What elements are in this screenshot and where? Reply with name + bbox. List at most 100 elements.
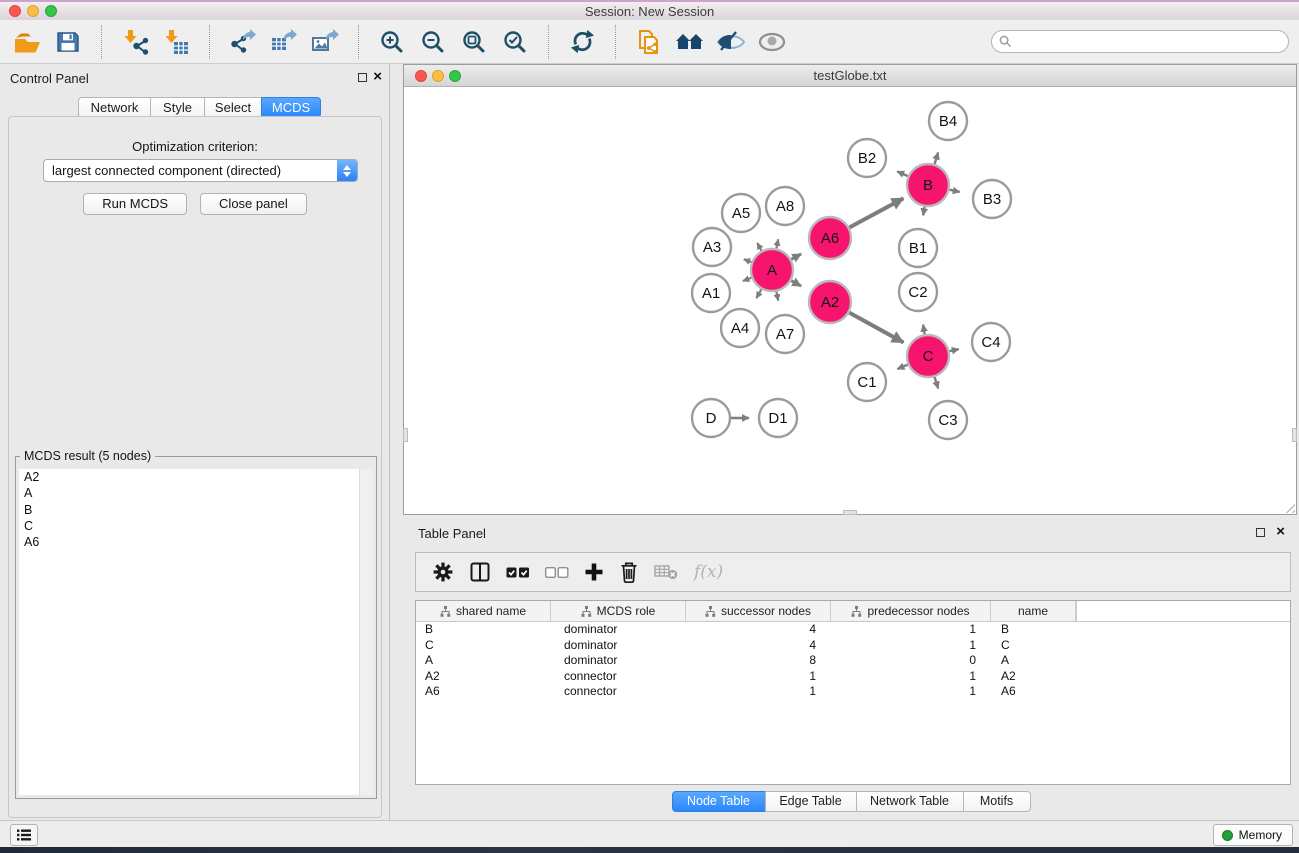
search-input[interactable] <box>991 30 1289 53</box>
tab-edge-table[interactable]: Edge Table <box>765 791 857 812</box>
close-table-panel-icon[interactable]: × <box>1276 523 1285 541</box>
graph-edge-A6-B[interactable] <box>849 198 903 227</box>
import-table-icon[interactable] <box>161 27 191 57</box>
tab-motifs[interactable]: Motifs <box>963 791 1031 812</box>
show-all-icon[interactable] <box>757 27 787 57</box>
column-header-name[interactable]: name <box>991 601 1076 621</box>
graph-edge-A-A5[interactable] <box>757 243 761 251</box>
float-panel-icon[interactable] <box>358 73 367 82</box>
column-visibility-icon[interactable] <box>469 561 491 583</box>
graph-edge-B-B1[interactable] <box>923 207 924 216</box>
open-session-icon[interactable] <box>12 27 42 57</box>
table-row[interactable]: C dominator 4 1 C <box>416 638 1290 654</box>
graph-edge-A-A2[interactable] <box>791 281 801 286</box>
graph-edge-B-B4[interactable] <box>935 152 939 164</box>
float-table-panel-icon[interactable] <box>1256 528 1265 537</box>
zoom-out-icon[interactable] <box>418 27 448 57</box>
frame-bottom-resize-grip[interactable] <box>843 510 857 515</box>
add-column-icon[interactable] <box>584 562 604 582</box>
close-frame-button[interactable] <box>415 70 427 82</box>
close-panel-button[interactable]: Close panel <box>200 193 307 215</box>
graph-edge-A-A3[interactable] <box>744 259 752 262</box>
tab-mcds[interactable]: MCDS <box>261 97 321 118</box>
graph-node-label-A2: A2 <box>821 294 839 311</box>
network-frame-titlebar[interactable]: testGlobe.txt <box>404 65 1296 87</box>
list-item[interactable]: A2 <box>19 469 373 485</box>
column-header-shared-name[interactable]: shared name <box>416 601 551 621</box>
zoom-in-icon[interactable] <box>377 27 407 57</box>
dropdown-stepper-icon <box>337 160 357 181</box>
zoom-selected-icon[interactable] <box>500 27 530 57</box>
toolbar-separator <box>101 25 102 59</box>
zoom-frame-button[interactable] <box>449 70 461 82</box>
import-network-icon[interactable] <box>120 27 150 57</box>
graph-edge-A-A4[interactable] <box>756 289 761 298</box>
tab-network-table[interactable]: Network Table <box>856 791 964 812</box>
tab-node-table[interactable]: Node Table <box>672 791 766 812</box>
new-network-from-selection-icon[interactable] <box>634 27 664 57</box>
graph-node-label-D1: D1 <box>768 410 787 427</box>
mcds-result-box: MCDS result (5 nodes) A2 A B C A6 <box>15 456 377 799</box>
hide-selected-icon[interactable] <box>716 27 746 57</box>
minimize-frame-button[interactable] <box>432 70 444 82</box>
frame-right-resize-grip[interactable] <box>1292 428 1297 442</box>
graph-edge-A-A8[interactable] <box>776 239 778 248</box>
graph-node-label-A1: A1 <box>702 285 720 302</box>
zoom-fit-icon[interactable] <box>459 27 489 57</box>
select-all-icon[interactable] <box>506 565 530 580</box>
result-scrollbar[interactable] <box>359 469 373 795</box>
graph-edge-A-A1[interactable] <box>743 278 752 281</box>
tab-select[interactable]: Select <box>204 97 262 118</box>
delete-table-icon[interactable] <box>654 563 679 581</box>
frame-left-resize-grip[interactable] <box>403 428 408 442</box>
function-builder-icon[interactable]: f(x) <box>694 562 723 582</box>
graph-edge-C-C2[interactable] <box>923 325 925 335</box>
table-row[interactable]: A6 connector 1 1 A6 <box>416 684 1290 700</box>
column-header-successor-nodes[interactable]: successor nodes <box>686 601 831 621</box>
table-row[interactable]: A2 connector 1 1 A2 <box>416 669 1290 685</box>
deselect-all-icon[interactable] <box>545 565 569 580</box>
table-settings-icon[interactable] <box>432 561 454 583</box>
graph-edge-C-C4[interactable] <box>949 349 958 351</box>
list-item[interactable]: C <box>19 518 373 534</box>
graph-edge-A2-C[interactable] <box>849 313 903 343</box>
close-window-button[interactable] <box>9 5 21 17</box>
graph-node-label-A5: A5 <box>732 205 750 222</box>
save-session-icon[interactable] <box>53 27 83 57</box>
network-frame-title: testGlobe.txt <box>404 68 1296 83</box>
table-panel-title: Table Panel <box>418 526 486 541</box>
column-header-predecessor-nodes[interactable]: predecessor nodes <box>831 601 991 621</box>
export-table-icon[interactable] <box>269 27 299 57</box>
network-canvas[interactable]: B4B2BB3A8A5A6A3B1AA1C2A2A4A7C4CC1C3DD1 <box>404 87 1296 514</box>
minimize-window-button[interactable] <box>27 5 39 17</box>
graph-edge-B-B3[interactable] <box>949 190 959 192</box>
graph-edge-A-A6[interactable] <box>791 254 801 259</box>
memory-button[interactable]: Memory <box>1213 824 1293 846</box>
zoom-window-button[interactable] <box>45 5 57 17</box>
tab-style[interactable]: Style <box>150 97 205 118</box>
column-header-mcds-role[interactable]: MCDS role <box>551 601 686 621</box>
column-header-filler <box>1076 601 1290 621</box>
delete-columns-icon[interactable] <box>619 561 639 583</box>
tab-network[interactable]: Network <box>78 97 151 118</box>
run-mcds-button[interactable]: Run MCDS <box>83 193 187 215</box>
criterion-dropdown[interactable]: largest connected component (directed) <box>43 159 358 182</box>
network-view-frame: testGlobe.txt B4B2BB3A8A5A6A3B1AA1C2A2A4… <box>403 64 1297 515</box>
table-row[interactable]: B dominator 4 1 B <box>416 622 1290 638</box>
list-item[interactable]: B <box>19 502 373 518</box>
graph-edge-C-C1[interactable] <box>897 365 907 369</box>
graph-edge-C-C3[interactable] <box>935 377 939 389</box>
export-image-icon[interactable] <box>310 27 340 57</box>
graph-node-label-D: D <box>706 410 717 427</box>
apply-preferred-layout-icon[interactable] <box>567 27 597 57</box>
table-row[interactable]: A dominator 8 0 A <box>416 653 1290 669</box>
graph-edge-A-A7[interactable] <box>776 292 778 301</box>
graph-edge-B-B2[interactable] <box>897 171 908 176</box>
close-panel-icon[interactable]: × <box>373 68 382 86</box>
list-item[interactable]: A6 <box>19 534 373 550</box>
task-history-button[interactable] <box>10 824 38 846</box>
first-neighbors-icon[interactable] <box>675 27 705 57</box>
criterion-value: largest connected component (directed) <box>52 163 281 178</box>
export-network-icon[interactable] <box>228 27 258 57</box>
list-item[interactable]: A <box>19 485 373 501</box>
